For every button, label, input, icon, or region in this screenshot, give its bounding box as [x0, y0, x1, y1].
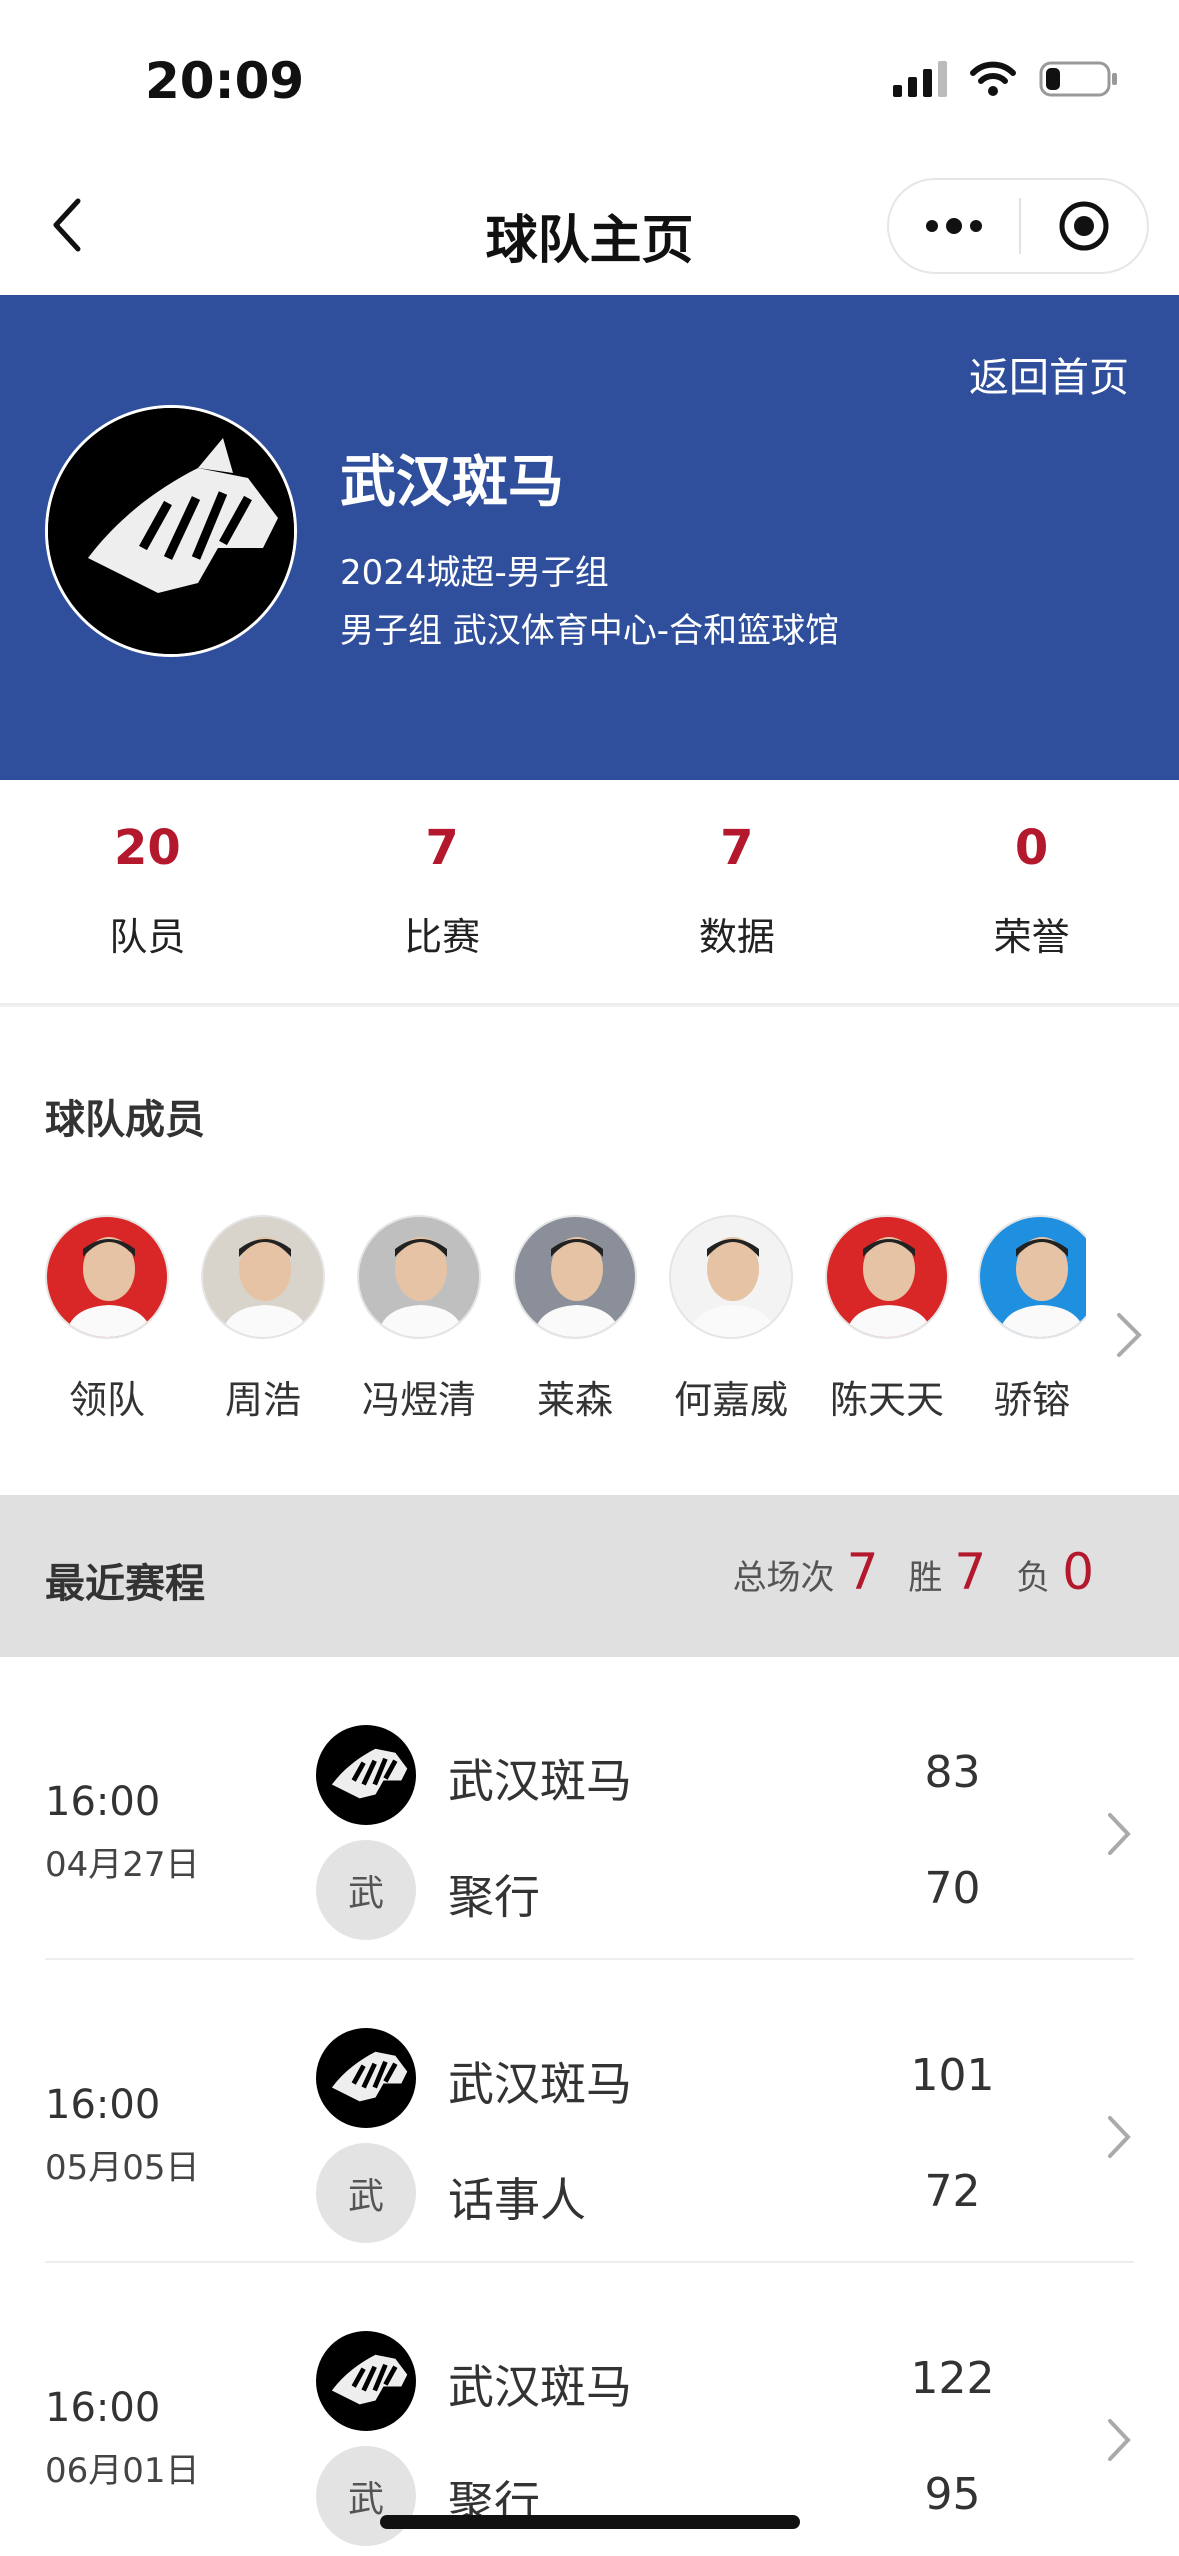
home-score: 101	[910, 2050, 995, 2101]
total-label: 总场次	[732, 1558, 835, 1598]
match-card[interactable]: 16:00 04月27日 武汉斑马 83 武 聚行 70	[0, 1657, 1179, 1960]
stat-value: 7	[425, 820, 459, 876]
team-league: 2024城超-男子组	[340, 553, 609, 593]
avatar	[45, 1215, 169, 1339]
total-count: 7	[846, 1543, 879, 1601]
stat-label: 比赛	[404, 915, 481, 959]
away-score: 95	[924, 2469, 981, 2520]
match-date: 05月05日	[45, 2148, 200, 2188]
stat-honors[interactable]: 0 荣誉	[884, 780, 1179, 1003]
avatar	[825, 1215, 949, 1339]
stat-value: 20	[113, 820, 181, 876]
mini-program-capsule	[887, 178, 1149, 274]
avatar	[978, 1215, 1086, 1339]
cellular-signal-icon	[893, 61, 947, 97]
chevron-right-icon	[1108, 2116, 1131, 2158]
home-team-name: 武汉斑马	[448, 2057, 632, 2111]
away-score: 70	[924, 1863, 981, 1914]
battery-icon	[1039, 61, 1117, 97]
member-name: 周浩	[224, 1378, 301, 1422]
member-item[interactable]: 莱森	[510, 1215, 640, 1424]
status-time: 20:09	[145, 52, 305, 110]
match-card[interactable]: 16:00 05月05日 武汉斑马 101 武 话事人 72	[0, 1960, 1179, 2263]
stat-value: 7	[720, 820, 754, 876]
team-name: 武汉斑马	[340, 450, 564, 515]
avatar	[669, 1215, 793, 1339]
home-team-name: 武汉斑马	[448, 2360, 632, 2414]
chevron-right-icon[interactable]	[1109, 1307, 1149, 1363]
match-card[interactable]: 16:00 06月01日 武汉斑马 122 武 聚行 95	[0, 2263, 1179, 2556]
member-name: 领队	[68, 1378, 145, 1422]
match-time: 16:00	[45, 2385, 161, 2431]
avatar	[357, 1215, 481, 1339]
more-dots-icon	[926, 220, 938, 232]
chevron-right-icon	[1108, 2419, 1131, 2461]
schedule-summary: 总场次 7 胜 7 负 0	[733, 1543, 1094, 1601]
away-team-name: 聚行	[448, 1870, 540, 1924]
loss-label: 负	[1016, 1558, 1051, 1598]
wifi-icon	[970, 61, 1016, 96]
status-icons	[893, 60, 1119, 98]
stat-games[interactable]: 7 比赛	[295, 780, 590, 1003]
loss-count: 0	[1062, 1543, 1094, 1601]
member-name: 冯煜清	[361, 1378, 476, 1422]
home-team-name: 武汉斑马	[448, 1754, 632, 1808]
home-team-logo	[316, 1725, 416, 1825]
team-members-section: 球队成员 领队 周浩 冯煜清 莱森 何嘉威 陈天天 骄镕	[0, 1007, 1179, 1495]
team-venue: 男子组 武汉体育中心-合和篮球馆	[340, 611, 840, 651]
home-team-logo	[316, 2331, 416, 2431]
section-title: 最近赛程	[45, 1561, 205, 1607]
team-banner: 返回首页 武汉斑马 2024城超-男子组 男子组 武汉体育中心-合和篮球馆	[0, 295, 1179, 780]
member-item[interactable]: 领队	[42, 1215, 172, 1424]
stat-value: 0	[1014, 820, 1049, 876]
status-bar: 20:09	[0, 0, 1179, 160]
team-stats: 20 队员 7 比赛 7 数据 0 荣誉	[0, 780, 1179, 1005]
away-team-logo: 武	[316, 1840, 416, 1940]
match-time: 16:00	[45, 2082, 161, 2128]
stat-label: 荣誉	[993, 915, 1070, 959]
schedule-header: 最近赛程 总场次 7 胜 7 负 0	[0, 1495, 1179, 1657]
match-date: 04月27日	[45, 1845, 200, 1885]
member-item[interactable]: 冯煜清	[354, 1215, 484, 1424]
chevron-right-icon	[1108, 1813, 1131, 1855]
home-score: 83	[924, 1747, 981, 1798]
home-score: 122	[910, 2353, 995, 2404]
home-team-logo	[316, 2028, 416, 2128]
stat-label: 队员	[109, 915, 186, 959]
match-list: 16:00 04月27日 武汉斑马 83 武 聚行 70 16:00 05月05…	[0, 1657, 1179, 2556]
win-label: 胜	[908, 1558, 943, 1598]
back-home-link[interactable]: 返回首页	[969, 345, 1129, 403]
avatar	[201, 1215, 325, 1339]
target-close-icon	[1059, 201, 1109, 251]
win-count: 7	[954, 1543, 987, 1601]
more-options-button[interactable]	[889, 180, 1019, 272]
match-date: 06月01日	[45, 2451, 200, 2491]
avatar	[513, 1215, 637, 1339]
away-team-logo: 武	[316, 2143, 416, 2243]
away-score: 72	[924, 2166, 981, 2217]
home-indicator[interactable]	[380, 2515, 800, 2529]
member-name: 陈天天	[829, 1378, 944, 1422]
member-item[interactable]: 陈天天	[822, 1215, 952, 1424]
member-name: 何嘉威	[673, 1378, 788, 1422]
member-name: 莱森	[536, 1378, 613, 1422]
stat-players[interactable]: 20 队员	[0, 780, 295, 1003]
stat-data[interactable]: 7 数据	[590, 780, 885, 1003]
section-title: 球队成员	[45, 1097, 205, 1143]
match-time: 16:00	[45, 1779, 161, 1825]
nav-bar: 球队主页	[0, 160, 1179, 295]
member-item[interactable]: 何嘉威	[666, 1215, 796, 1424]
team-logo	[45, 405, 297, 657]
member-item[interactable]: 周浩	[198, 1215, 328, 1424]
member-name: 骄镕	[993, 1378, 1070, 1422]
stat-label: 数据	[698, 915, 775, 959]
away-team-logo: 武	[316, 2446, 416, 2546]
member-item[interactable]: 骄镕	[978, 1215, 1086, 1424]
close-mini-program-button[interactable]	[1021, 180, 1147, 272]
away-team-name: 话事人	[448, 2173, 586, 2227]
zebra-logo-icon	[48, 408, 294, 654]
